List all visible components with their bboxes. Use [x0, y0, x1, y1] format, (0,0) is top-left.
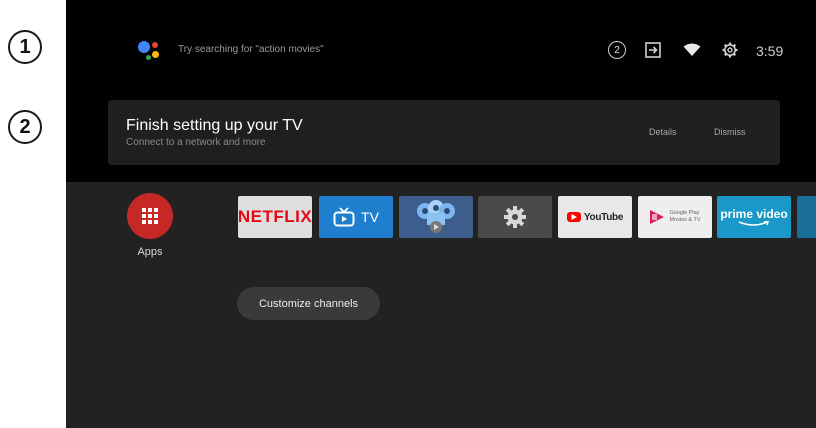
- netflix-logo: NETFLIX: [238, 207, 312, 226]
- input-source-icon[interactable]: [644, 38, 664, 62]
- settings-tile[interactable]: [478, 196, 552, 238]
- photo-gallery-icon: [417, 200, 455, 233]
- search-hint[interactable]: Try searching for "action movies": [178, 44, 324, 55]
- prime-video-tile[interactable]: prime video: [717, 196, 791, 238]
- dismiss-button[interactable]: Dismiss: [714, 127, 746, 137]
- customize-channels-button[interactable]: Customize channels: [237, 287, 380, 320]
- youtube-play-icon: [566, 212, 581, 222]
- callout-marker-2: 2: [8, 110, 42, 144]
- google-play-movies-icon: [650, 210, 665, 224]
- tv-tile-label: TV: [361, 209, 379, 225]
- prime-smile-icon: [738, 221, 769, 226]
- callout-marker-1: 1: [8, 30, 42, 64]
- gear-icon: [504, 206, 526, 228]
- netflix-tile[interactable]: NETFLIX: [238, 196, 312, 238]
- google-play-label: Google Play Movies & TV: [669, 210, 701, 223]
- tv-icon: [333, 207, 355, 227]
- google-play-movies-tile[interactable]: Google Play Movies & TV: [638, 196, 712, 238]
- setup-card[interactable]: Finish setting up your TV Connect to a n…: [108, 100, 780, 165]
- notification-badge[interactable]: 2: [608, 41, 626, 59]
- top-bar-area: Try searching for "action movies" 2 3:59…: [66, 0, 816, 182]
- details-button[interactable]: Details: [649, 127, 677, 137]
- setup-card-title: Finish setting up your TV: [126, 117, 303, 134]
- photos-app-tile[interactable]: [399, 196, 473, 238]
- youtube-tile[interactable]: YouTube: [558, 196, 632, 238]
- clock: 3:59: [756, 43, 784, 59]
- prime-video-wordmark: prime video: [720, 207, 788, 221]
- tv-home-screen: Try searching for "action movies" 2 3:59…: [66, 0, 816, 428]
- next-app-tile[interactable]: [797, 196, 816, 238]
- apps-button[interactable]: [127, 193, 173, 239]
- google-assistant-icon[interactable]: [136, 38, 164, 64]
- youtube-wordmark: YouTube: [583, 211, 624, 223]
- setup-card-subtitle: Connect to a network and more: [126, 137, 266, 148]
- apps-label: Apps: [137, 246, 163, 258]
- settings-gear-icon[interactable]: [720, 38, 740, 62]
- apps-grid-icon: [142, 208, 158, 224]
- wifi-icon[interactable]: [681, 38, 703, 62]
- live-tv-tile[interactable]: TV: [319, 196, 393, 238]
